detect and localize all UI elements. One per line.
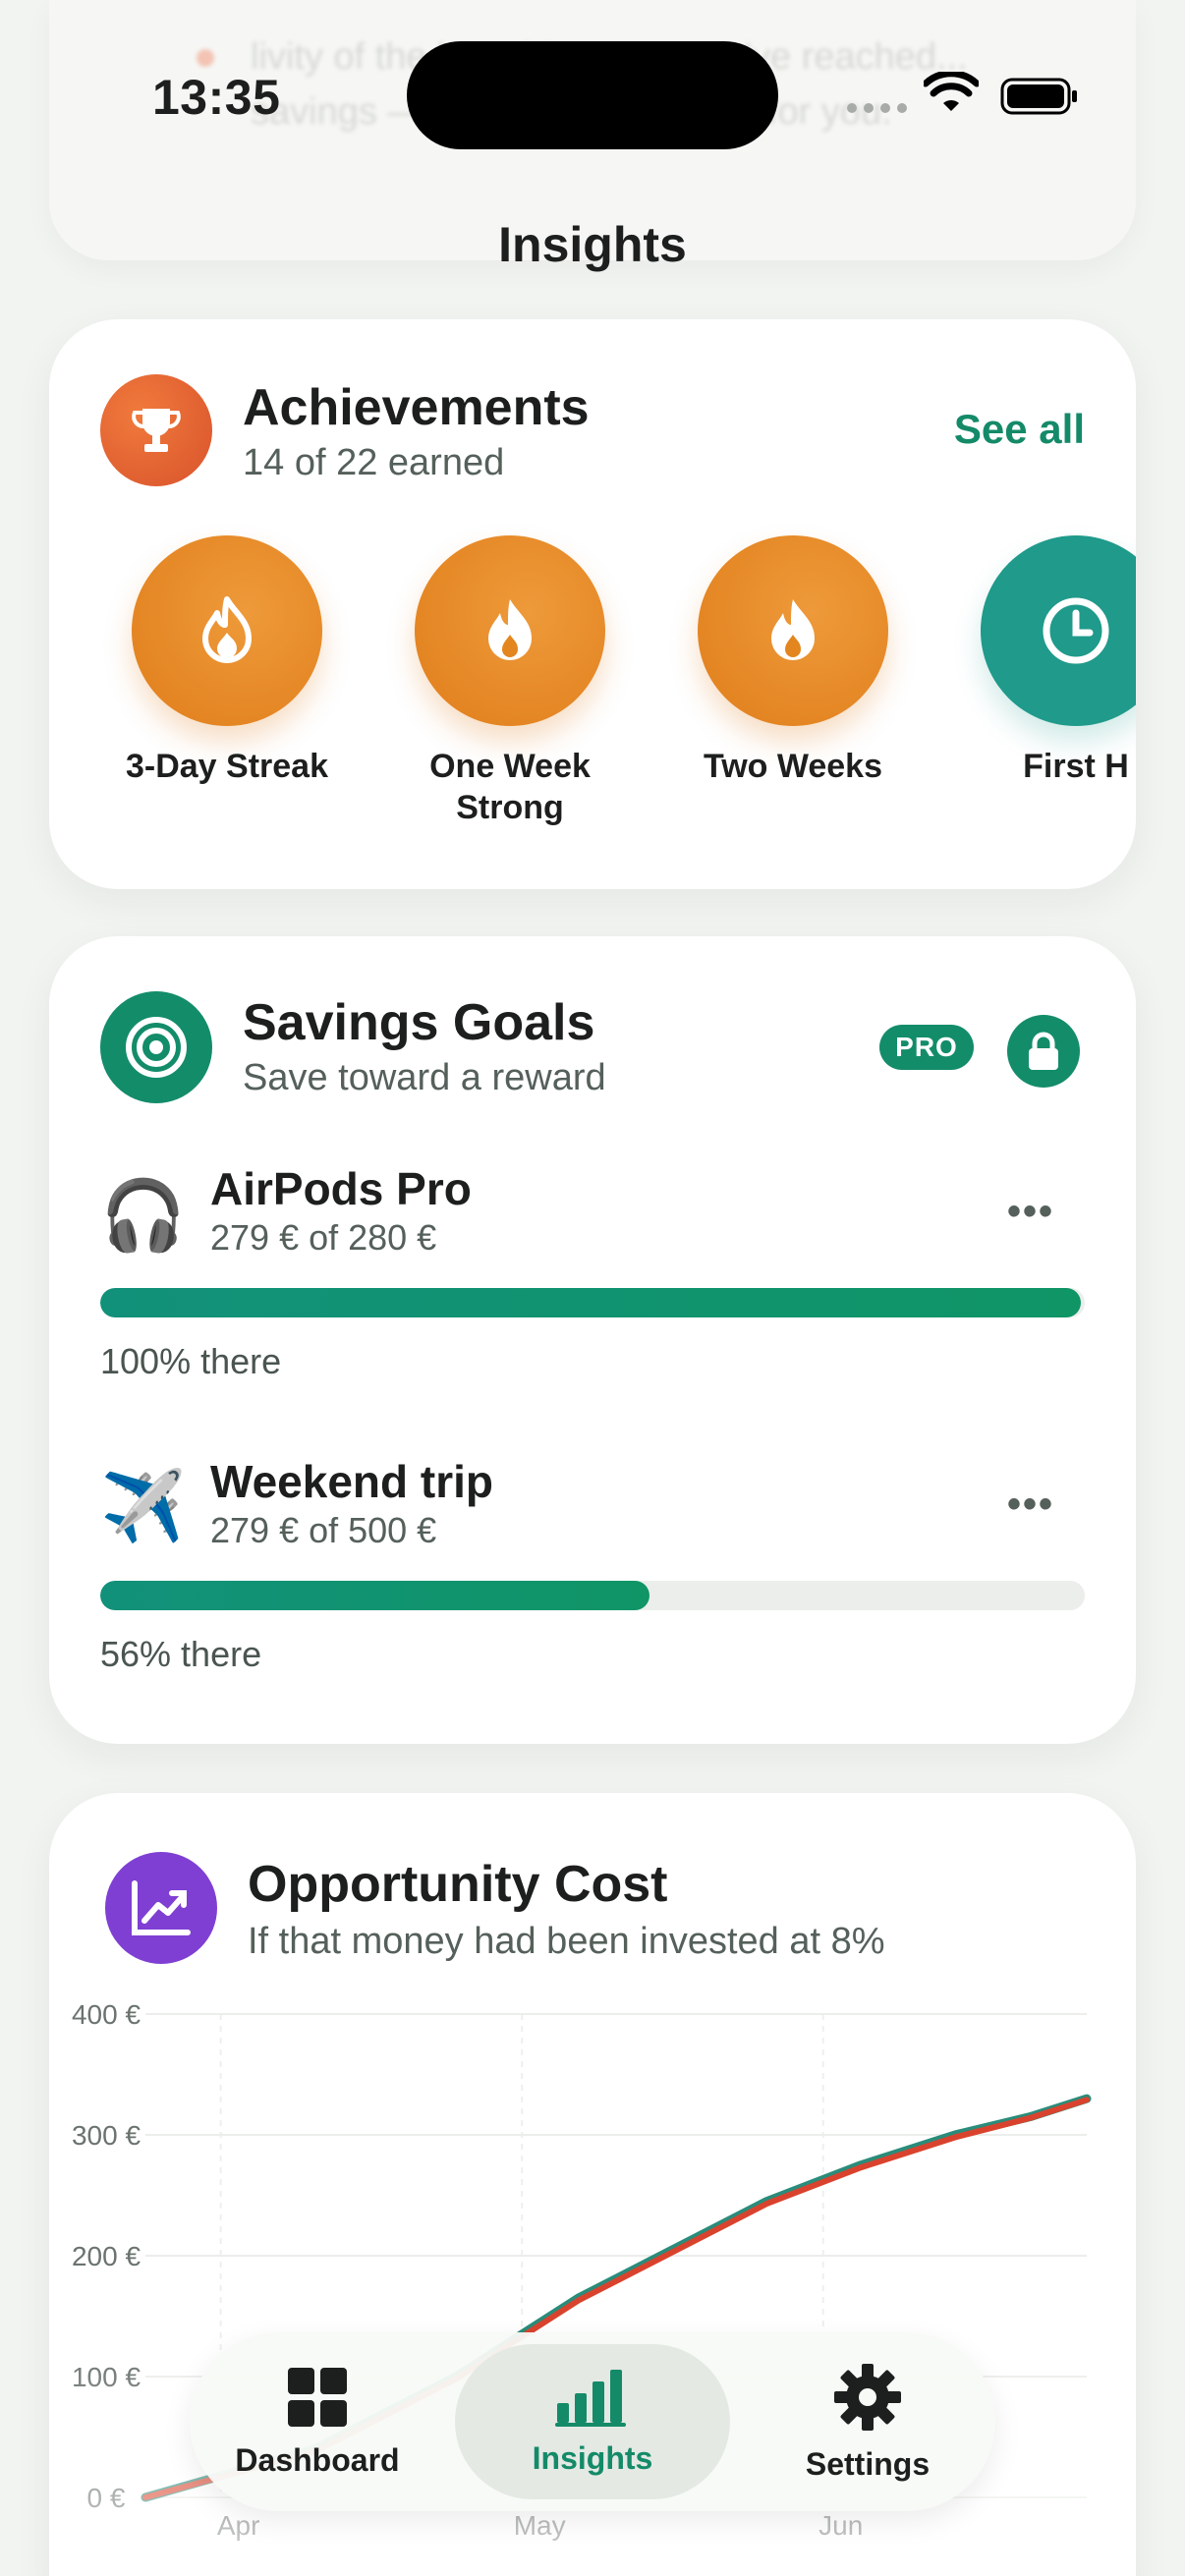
grid-icon bbox=[288, 2367, 347, 2427]
page-title: Insights bbox=[498, 217, 687, 272]
goal-percent: 100% there bbox=[100, 1341, 282, 1381]
achievements-card: Achievements 14 of 22 earned See all 3-D… bbox=[49, 319, 1136, 889]
target-icon bbox=[100, 991, 212, 1103]
chart-y-tick-label: 200 € bbox=[72, 2241, 141, 2271]
savings-title: Savings Goals bbox=[243, 994, 595, 1051]
tab-label: Dashboard bbox=[235, 2441, 400, 2478]
lock-button[interactable] bbox=[1007, 1015, 1080, 1088]
status-time: 13:35 bbox=[152, 70, 281, 125]
wifi-icon bbox=[924, 72, 979, 111]
savings-goals-card: Savings Goals Save toward a reward PRO 🎧… bbox=[49, 936, 1136, 1744]
cellular-icon bbox=[847, 103, 907, 113]
ghost-bullet bbox=[197, 49, 214, 67]
more-options-button[interactable]: ••• bbox=[1007, 1190, 1054, 1234]
chart-y-tick-label: 400 € bbox=[72, 1999, 141, 2030]
gear-icon bbox=[834, 2363, 901, 2431]
bar-chart-icon bbox=[555, 2369, 626, 2427]
tab-label: Insights bbox=[532, 2439, 653, 2476]
dynamic-island bbox=[407, 41, 778, 149]
tab-label: Settings bbox=[805, 2445, 931, 2482]
badge-label: First H bbox=[1023, 748, 1129, 785]
badge-one-week-strong[interactable]: One Week Strong bbox=[387, 535, 633, 828]
badge-label: One Week Strong bbox=[429, 748, 591, 826]
badge-label: 3-Day Streak bbox=[125, 748, 328, 785]
achievements-subtitle: 14 of 22 earned bbox=[243, 442, 505, 483]
goal-percent: 56% there bbox=[100, 1634, 262, 1674]
pro-badge: PRO bbox=[879, 1025, 974, 1070]
tab-bar: Dashboard Insights Settings bbox=[190, 2332, 995, 2511]
lock-icon bbox=[1029, 1032, 1058, 1070]
tab-dashboard[interactable]: Dashboard bbox=[209, 2332, 425, 2511]
flame-outline-icon bbox=[132, 535, 322, 726]
goal-progress-bar bbox=[100, 1581, 1085, 1610]
goal-amount: 279 € of 500 € bbox=[210, 1510, 437, 1550]
goal-name: Weekend trip bbox=[210, 1456, 493, 1507]
badge-two-weeks[interactable]: Two Weeks bbox=[670, 535, 916, 787]
badge-3-day-streak[interactable]: 3-Day Streak bbox=[104, 535, 350, 787]
goal-name: AirPods Pro bbox=[210, 1163, 472, 1214]
savings-subtitle: Save toward a reward bbox=[243, 1057, 606, 1098]
clock-icon bbox=[981, 535, 1136, 726]
tab-insights[interactable]: Insights bbox=[455, 2344, 730, 2499]
flame-icon bbox=[415, 535, 605, 726]
airplane-icon: ✈️ bbox=[100, 1468, 187, 1544]
headphones-icon: 🎧 bbox=[100, 1177, 187, 1254]
badge-label: Two Weeks bbox=[703, 748, 883, 785]
trophy-icon bbox=[100, 374, 212, 486]
see-all-link[interactable]: See all bbox=[954, 406, 1085, 453]
tab-settings[interactable]: Settings bbox=[760, 2332, 976, 2511]
chart-y-tick-label: 300 € bbox=[72, 2120, 141, 2151]
goal-amount: 279 € of 280 € bbox=[210, 1217, 437, 1258]
achievements-title: Achievements bbox=[243, 379, 590, 436]
flame-icon bbox=[698, 535, 888, 726]
badge-first[interactable]: First H bbox=[953, 535, 1136, 787]
battery-icon bbox=[1000, 78, 1077, 115]
goal-progress-bar bbox=[100, 1288, 1085, 1317]
more-options-button[interactable]: ••• bbox=[1007, 1483, 1054, 1527]
